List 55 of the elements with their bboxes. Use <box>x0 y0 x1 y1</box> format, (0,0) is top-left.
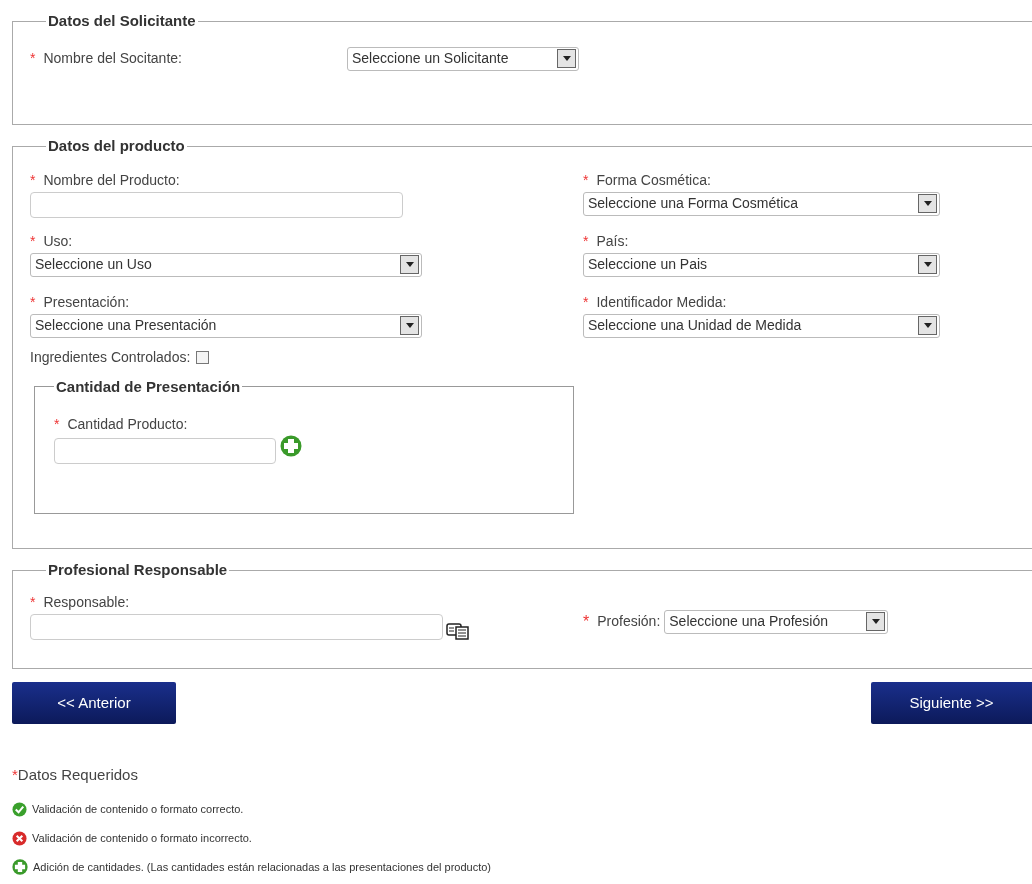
required-mark: * <box>583 292 589 312</box>
note-text: Validación de contenido o formato correcto. <box>32 801 244 817</box>
note-text: Adición de cantidades. (Las cantidades están relacionadas a las presentaciones del producto) <box>33 859 491 875</box>
dropdown[interactable]: Seleccione una Unidad de Medida <box>583 313 940 338</box>
field-label: Profesión: <box>597 612 661 631</box>
dropdown[interactable]: Seleccione una Profesión <box>664 609 889 634</box>
note-text: Validación de contenido o formato incorrecto. <box>32 830 252 846</box>
field-label: Presentación: <box>43 292 130 312</box>
field-label: Ingredientes Controlados: <box>30 347 191 367</box>
section-title: Profesional Responsable <box>47 560 229 580</box>
checkbox[interactable] <box>196 350 210 364</box>
field-label: Responsable: <box>43 592 130 612</box>
field-label: Forma Cosmética: <box>596 170 711 190</box>
field-label: País: <box>596 231 629 251</box>
check-icon <box>12 801 27 817</box>
dropdown[interactable]: Seleccione un Pais <box>583 252 940 277</box>
input-field[interactable] <box>30 191 403 218</box>
caret-icon <box>400 255 419 274</box>
plus-icon <box>12 859 28 875</box>
dropdown[interactable]: Seleccione un Uso <box>30 252 422 277</box>
required-mark: * <box>583 170 589 190</box>
dropdown[interactable]: Seleccione una Presentación <box>30 313 422 338</box>
section-title: Datos del Solicitante <box>47 11 197 31</box>
required-mark: * <box>12 765 18 785</box>
caret-icon <box>918 316 937 335</box>
required-mark: * <box>54 415 60 434</box>
required-mark: * <box>30 170 36 190</box>
field-label: Cantidad Producto: <box>67 415 188 434</box>
field-label: Identificador Medida: <box>596 292 727 312</box>
next-button[interactable]: Siguiente >> <box>871 682 1032 724</box>
section-title: Datos del producto <box>47 136 186 156</box>
field-label: Nombre del Producto: <box>43 170 180 190</box>
note-text: Datos Requeridos <box>17 765 138 785</box>
caret-icon <box>918 194 937 213</box>
input-field[interactable] <box>54 438 276 464</box>
required-mark: * <box>30 231 36 251</box>
dropdown[interactable]: Seleccione un Solicitante <box>347 46 579 71</box>
lookup-icon[interactable] <box>446 621 470 640</box>
required-mark: * <box>583 231 589 251</box>
plus-icon <box>280 435 302 457</box>
error-icon <box>12 830 27 846</box>
field-label: Nombre del Socitante: <box>43 48 182 68</box>
required-mark: * <box>30 592 36 612</box>
required-mark: * <box>583 611 590 632</box>
dropdown[interactable]: Seleccione una Forma Cosmética <box>583 191 940 216</box>
required-mark: * <box>30 48 36 68</box>
caret-icon <box>866 612 886 631</box>
back-button[interactable]: << Anterior <box>12 682 176 724</box>
input-field[interactable] <box>30 613 443 640</box>
required-mark: * <box>30 292 36 312</box>
caret-icon <box>400 316 419 335</box>
section-title: Cantidad de Presentación <box>55 376 242 397</box>
caret-icon <box>918 255 937 274</box>
field-label: Uso: <box>43 231 73 251</box>
caret-icon <box>557 49 576 68</box>
